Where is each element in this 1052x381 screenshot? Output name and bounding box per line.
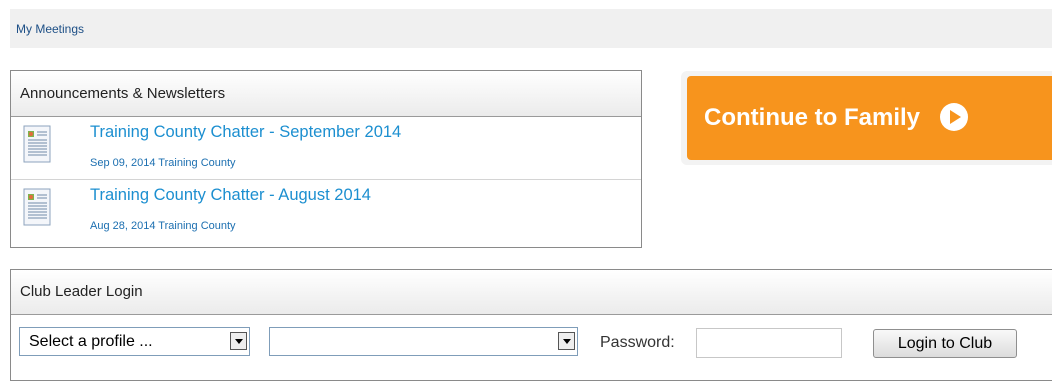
document-icon xyxy=(23,125,51,163)
announcement-meta: Aug 28, 2014 Training County xyxy=(90,220,236,232)
announcement-title-link[interactable]: Training County Chatter - September 2014 xyxy=(90,123,401,142)
top-nav-bar: My Meetings xyxy=(10,9,1052,48)
login-header: Club Leader Login xyxy=(11,270,1052,315)
club-select[interactable] xyxy=(269,327,578,356)
announcements-header: Announcements & Newsletters xyxy=(11,71,641,117)
continue-to-family-container: Continue to Family xyxy=(681,71,1052,165)
password-label: Password: xyxy=(600,334,675,351)
profile-select-value: Select a profile ... xyxy=(29,333,153,350)
club-leader-login-panel: Club Leader Login Select a profile ... P… xyxy=(10,269,1052,381)
my-meetings-link[interactable]: My Meetings xyxy=(16,22,84,36)
announcement-meta: Sep 09, 2014 Training County xyxy=(90,157,236,169)
continue-to-family-label: Continue to Family xyxy=(704,104,920,131)
login-to-club-button[interactable]: Login to Club xyxy=(873,329,1017,358)
continue-to-family-button[interactable]: Continue to Family xyxy=(687,76,1052,160)
announcement-title-link[interactable]: Training County Chatter - August 2014 xyxy=(90,186,371,205)
chevron-down-icon[interactable] xyxy=(558,332,575,350)
play-circle-icon xyxy=(939,102,968,131)
document-icon xyxy=(23,188,51,226)
chevron-down-icon[interactable] xyxy=(230,332,247,350)
profile-select[interactable]: Select a profile ... xyxy=(19,327,250,356)
announcements-panel: Announcements & Newsletters Training Cou… xyxy=(10,70,642,248)
announcement-item: Training County Chatter - September 2014… xyxy=(11,117,641,180)
announcement-item: Training County Chatter - August 2014 Au… xyxy=(11,180,641,242)
password-input[interactable] xyxy=(696,328,842,358)
login-form-row: Select a profile ... Password: Login to … xyxy=(11,315,1052,375)
